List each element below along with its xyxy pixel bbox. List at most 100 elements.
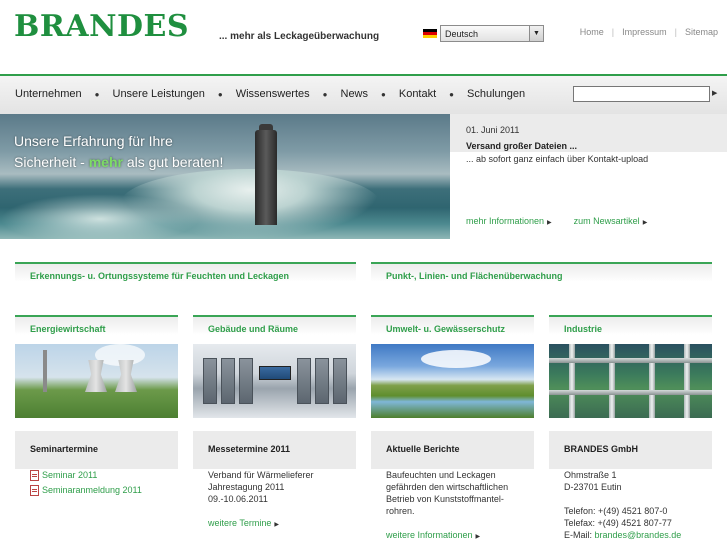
language-selector[interactable]: Deutsch ▼ (423, 25, 544, 42)
home-link[interactable]: Home (580, 27, 604, 37)
cloud (421, 350, 491, 368)
column-title-energy[interactable]: Energiewirtschaft (15, 315, 178, 335)
divider: | (674, 27, 677, 37)
hero-line-2: Sicherheit - mehr als gut beraten! (14, 152, 223, 173)
contact-city: D-23701 Eutin (564, 482, 622, 492)
seminar-box: Seminar 2011 Seminaranmeldung 2011 (30, 469, 193, 499)
news-date: 01. Juni 2011 (466, 125, 520, 135)
contact-phone: Telefon: +(49) 4521 807-0 (564, 506, 668, 516)
power-plant-image[interactable] (15, 344, 178, 418)
cooling-tower (85, 360, 107, 392)
contact-box-title: BRANDES GmbH (549, 431, 712, 469)
german-flag-icon (423, 28, 437, 39)
language-value: Deutsch (445, 28, 479, 39)
industrial-pipes-image[interactable] (549, 344, 712, 418)
news-links: mehr Informationen ▶ zum Newsartikel ▶ (466, 216, 647, 226)
hero-highlight: mehr (88, 154, 123, 170)
seminar-2011-label: Seminar 2011 (42, 470, 98, 480)
messe-line: Verband für Wärmelieferer (208, 470, 314, 480)
contact-email-link[interactable]: brandes@brandes.de (595, 530, 682, 540)
messe-line: Jahrestagung 2011 (208, 482, 285, 492)
reports-box: Baufeuchten und Leckagen gefährden den w… (386, 469, 549, 543)
nav-item-kontakt[interactable]: Kontakt (399, 88, 436, 100)
impressum-link[interactable]: Impressum (622, 27, 667, 37)
nav-item-leistungen[interactable]: Unsere Leistungen (113, 88, 205, 100)
arrow-right-icon: ▶ (642, 220, 648, 226)
server-rack (239, 358, 253, 404)
server-rack (333, 358, 347, 404)
pipe (569, 344, 575, 418)
arrow-right-icon: ▶ (475, 534, 481, 540)
nav-separator: ● (322, 89, 328, 99)
contact-box: Ohmstraße 1 D-23701 Eutin Telefon: +(49)… (564, 469, 727, 541)
language-dropdown[interactable]: Deutsch ▼ (440, 25, 544, 42)
seminar-box-title: Seminartermine (15, 431, 178, 469)
more-info-label: mehr Informationen (466, 216, 545, 226)
column-title-industry[interactable]: Industrie (549, 315, 712, 335)
hero-line-1: Unsere Erfahrung für Ihre (14, 133, 173, 149)
search-input[interactable] (573, 86, 710, 102)
search-submit-arrow-icon[interactable]: ▶ (712, 89, 717, 97)
messe-date: 09.-10.06.2011 (208, 494, 268, 504)
report-line: Betrieb von Kunststoffmantel- (386, 494, 504, 504)
seminar-registration-label: Seminaranmeldung 2011 (42, 485, 142, 495)
world-map-screen (259, 366, 291, 380)
nav-separator: ● (449, 89, 455, 99)
arrow-right-icon: ▶ (547, 220, 552, 226)
hero-wave (120, 169, 380, 239)
nav-item-unternehmen[interactable]: Unternehmen (15, 88, 82, 100)
nav-separator: ● (94, 89, 100, 99)
more-reports-link[interactable]: weitere Informationen ▶ (386, 530, 480, 540)
arrow-right-icon: ▶ (274, 522, 279, 528)
sitemap-link[interactable]: Sitemap (685, 27, 718, 37)
news-article-link[interactable]: zum Newsartikel ▶ (574, 216, 648, 226)
nav-item-news[interactable]: News (341, 88, 369, 100)
more-dates-label: weitere Termine (208, 518, 272, 528)
report-line: gefährden den wirtschaftlichen (386, 482, 509, 492)
news-title[interactable]: Versand großer Dateien ... (466, 141, 577, 151)
top-links: Home | Impressum | Sitemap (580, 27, 718, 37)
contact-fax: Telefax: +(49) 4521 807-77 (564, 518, 672, 528)
pipe (649, 344, 655, 418)
contact-email-label: E-Mail: (564, 530, 595, 540)
server-rack (203, 358, 217, 404)
messe-box-title: Messetermine 2011 (193, 431, 356, 469)
brandes-logo[interactable]: BRANDES (14, 12, 189, 42)
news-box: 01. Juni 2011 Versand großer Dateien ...… (450, 114, 727, 239)
news-article-label: zum Newsartikel (573, 216, 640, 226)
reports-box-title: Aktuelle Berichte (371, 431, 534, 469)
nav-separator: ● (381, 89, 386, 99)
seminar-2011-link[interactable]: Seminar 2011 (30, 469, 193, 481)
seminar-registration-link[interactable]: Seminaranmeldung 2011 (30, 484, 193, 496)
contact-street: Ohmstraße 1 (564, 470, 617, 480)
section-title-detection[interactable]: Erkennungs- u. Ortungssysteme für Feucht… (15, 262, 356, 282)
chevron-down-icon[interactable]: ▼ (529, 26, 543, 41)
more-reports-label: weitere Informationen (386, 530, 473, 540)
messe-box: Verband für Wärmelieferer Jahrestagung 2… (208, 469, 371, 531)
hero-line-2-pre: Sicherheit - (14, 154, 89, 170)
more-dates-link[interactable]: weitere Termine ▶ (208, 518, 279, 528)
report-line: Baufeuchten und Leckagen (386, 470, 496, 480)
report-line: rohren. (386, 506, 415, 516)
more-info-link[interactable]: mehr Informationen ▶ (466, 216, 552, 226)
server-rack (315, 358, 329, 404)
river-landscape-image[interactable] (371, 344, 534, 418)
tagline: ... mehr als Leckageüberwachung (219, 31, 380, 42)
divider: | (611, 27, 615, 37)
nav-item-wissenswertes[interactable]: Wissenswertes (236, 88, 310, 100)
hero-slogan: Unsere Erfahrung für Ihre Sicherheit - m… (14, 131, 223, 173)
nav-item-schulungen[interactable]: Schulungen (467, 88, 525, 100)
pdf-icon (30, 484, 39, 496)
section-title-monitoring[interactable]: Punkt-, Linien- und Flächenüberwachung (371, 262, 712, 282)
contact-email-row: E-Mail: brandes@brandes.de (564, 529, 727, 541)
column-title-buildings[interactable]: Gebäude und Räume (193, 315, 356, 335)
main-nav: Unternehmen ● Unsere Leistungen ● Wissen… (0, 76, 727, 114)
pipe (609, 344, 615, 418)
hero-banner: Unsere Erfahrung für Ihre Sicherheit - m… (0, 114, 450, 239)
hero-line-2-post: als gut beraten! (122, 154, 224, 170)
pipe (549, 390, 712, 395)
column-title-environment[interactable]: Umwelt- u. Gewässerschutz (371, 315, 534, 335)
pipe (684, 344, 690, 418)
news-text: ... ab sofort ganz einfach über Kontakt-… (466, 154, 649, 164)
server-room-image[interactable] (193, 344, 356, 418)
